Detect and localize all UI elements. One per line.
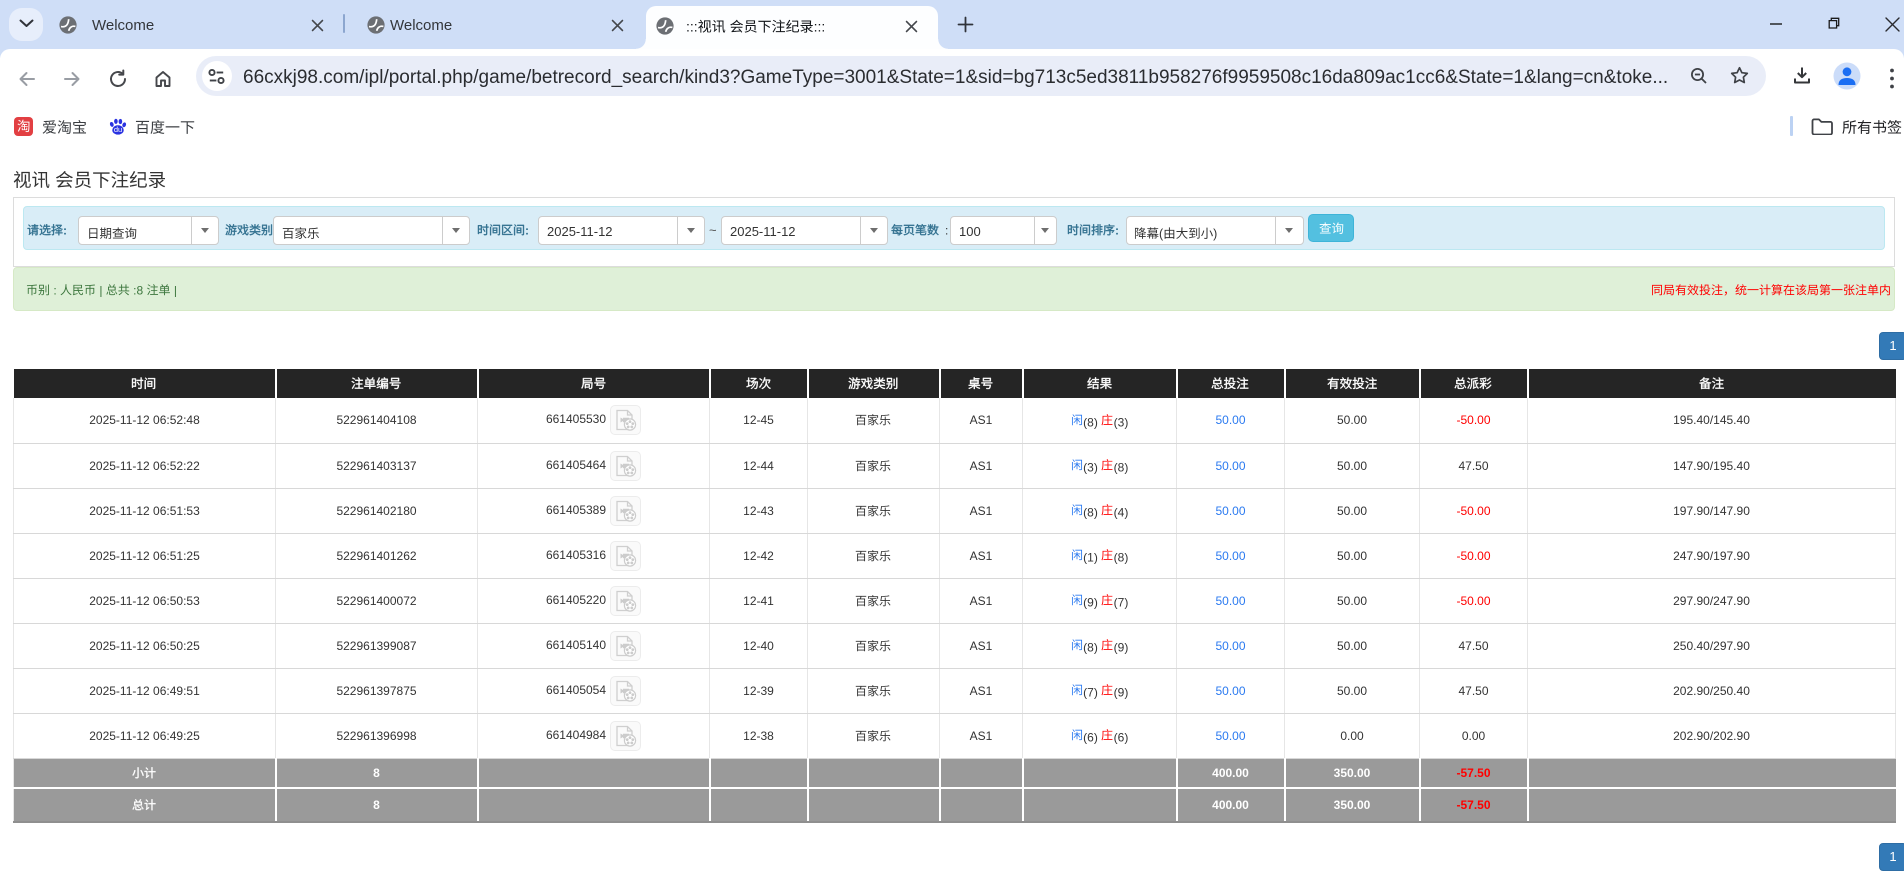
svg-text::: : — [525, 223, 529, 237]
svg-text:|: | — [171, 283, 178, 297]
svg-text::: : — [1115, 223, 1119, 237]
svg-text::8: :8 — [130, 283, 147, 297]
svg-text:du: du — [114, 125, 122, 134]
svg-text::: : — [50, 283, 60, 297]
svg-text::: : — [945, 223, 948, 237]
svg-text::::: ::: — [686, 19, 698, 35]
svg-text:): ) — [1213, 226, 1217, 240]
svg-text:~: ~ — [709, 223, 717, 238]
svg-text::::: ::: — [814, 19, 826, 35]
svg-text:(: ( — [1159, 226, 1164, 240]
svg-text:|: | — [96, 283, 106, 297]
svg-text::: : — [63, 223, 67, 237]
